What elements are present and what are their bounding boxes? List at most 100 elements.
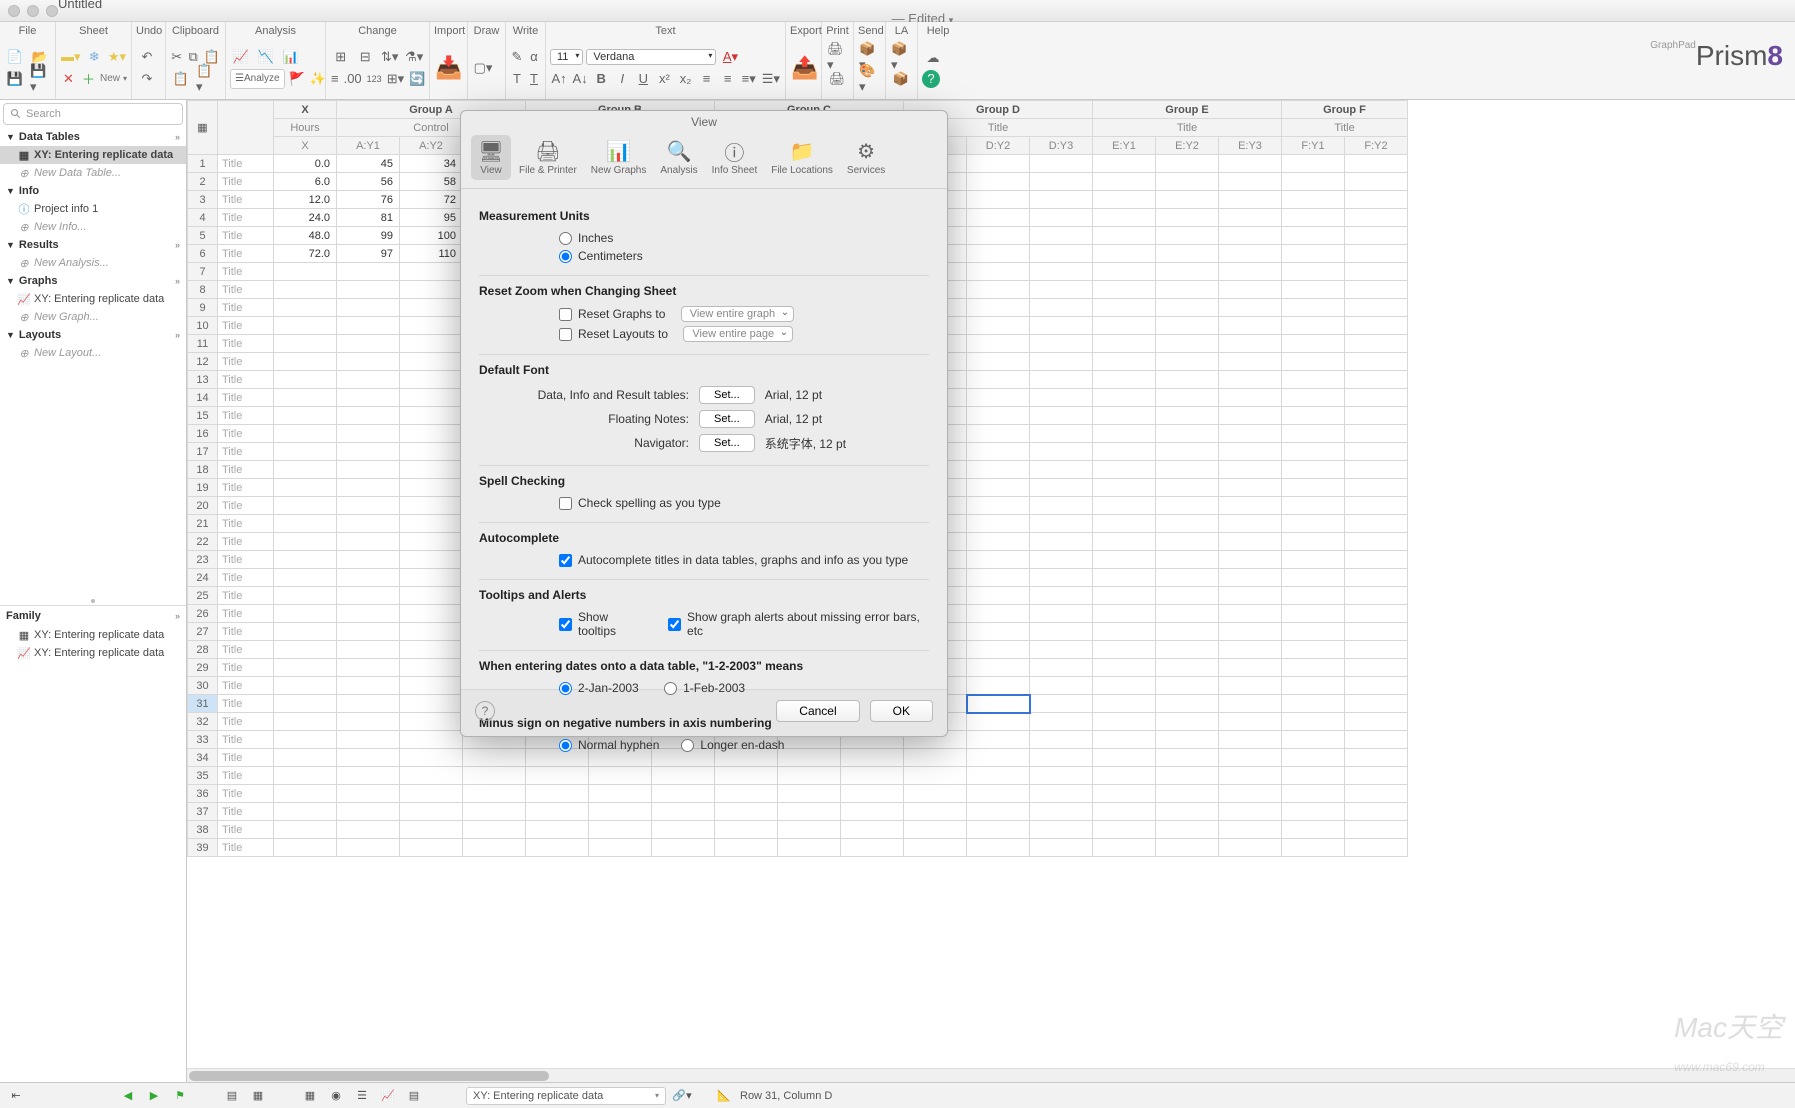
cell[interactable] — [778, 677, 841, 695]
cell[interactable] — [526, 263, 589, 281]
cell[interactable] — [400, 533, 463, 551]
cell[interactable] — [841, 605, 904, 623]
cell[interactable] — [904, 497, 967, 515]
row-title[interactable]: Title — [218, 479, 274, 497]
cell[interactable] — [778, 551, 841, 569]
cell[interactable] — [337, 659, 400, 677]
cell[interactable] — [274, 551, 337, 569]
cell[interactable] — [904, 731, 967, 749]
cell[interactable] — [463, 425, 526, 443]
cell[interactable] — [337, 839, 400, 857]
cell[interactable] — [1093, 659, 1156, 677]
cell[interactable] — [1345, 371, 1408, 389]
cell[interactable] — [904, 317, 967, 335]
row-number[interactable]: 24 — [188, 569, 218, 587]
cell[interactable] — [589, 551, 652, 569]
cell[interactable] — [1282, 587, 1345, 605]
decimal-icon[interactable]: .00 — [343, 69, 363, 89]
row-number[interactable]: 3 — [188, 191, 218, 209]
cell[interactable] — [589, 695, 652, 713]
cell[interactable] — [652, 731, 715, 749]
row-number[interactable]: 30 — [188, 677, 218, 695]
cell[interactable] — [1345, 515, 1408, 533]
cell[interactable] — [1156, 731, 1219, 749]
cell[interactable] — [904, 551, 967, 569]
cell[interactable] — [589, 335, 652, 353]
cell[interactable] — [1093, 353, 1156, 371]
cell[interactable] — [652, 515, 715, 533]
import-icon[interactable]: 📥 — [434, 55, 464, 81]
text-t2-icon[interactable]: T — [527, 69, 541, 89]
nav-section-results[interactable]: ▼Results» — [0, 236, 186, 254]
cell[interactable] — [715, 173, 778, 191]
cell[interactable] — [715, 605, 778, 623]
row-number[interactable]: 2 — [188, 173, 218, 191]
cell[interactable] — [904, 299, 967, 317]
cell[interactable] — [652, 461, 715, 479]
cell[interactable] — [967, 263, 1030, 281]
cell[interactable] — [1282, 353, 1345, 371]
cell[interactable] — [463, 335, 526, 353]
cell[interactable] — [904, 605, 967, 623]
cell[interactable] — [1282, 551, 1345, 569]
cell[interactable] — [526, 785, 589, 803]
view1-icon[interactable]: ▤ — [222, 1087, 242, 1105]
cell[interactable] — [1093, 227, 1156, 245]
cell[interactable] — [778, 371, 841, 389]
cell[interactable] — [1030, 623, 1093, 641]
cell[interactable] — [526, 713, 589, 731]
cell[interactable] — [274, 623, 337, 641]
subcol-header[interactable]: A:Y3 — [463, 137, 526, 155]
row-number[interactable]: 34 — [188, 749, 218, 767]
cell[interactable] — [1030, 317, 1093, 335]
cell[interactable] — [1219, 155, 1282, 173]
wand-icon[interactable]: ✨ — [309, 69, 327, 89]
cell[interactable] — [1282, 155, 1345, 173]
bold-icon[interactable]: B — [592, 69, 610, 89]
cell[interactable] — [652, 335, 715, 353]
cell[interactable] — [778, 173, 841, 191]
cell[interactable] — [274, 461, 337, 479]
cell[interactable] — [967, 551, 1030, 569]
cell[interactable] — [1156, 479, 1219, 497]
cell[interactable] — [400, 551, 463, 569]
row-title[interactable]: Title — [218, 497, 274, 515]
cell[interactable] — [778, 425, 841, 443]
cell[interactable] — [400, 425, 463, 443]
align-center-icon[interactable]: ≡ — [719, 69, 737, 89]
cell[interactable] — [904, 425, 967, 443]
cell[interactable] — [337, 821, 400, 839]
cell[interactable]: 110 — [400, 245, 463, 263]
cell[interactable] — [652, 623, 715, 641]
cell[interactable] — [589, 443, 652, 461]
cell[interactable] — [1156, 353, 1219, 371]
cell[interactable] — [715, 335, 778, 353]
cell[interactable] — [652, 245, 715, 263]
cell[interactable] — [841, 461, 904, 479]
cell[interactable] — [778, 641, 841, 659]
cell[interactable] — [1282, 803, 1345, 821]
cell[interactable] — [1093, 749, 1156, 767]
cell[interactable] — [274, 443, 337, 461]
cell[interactable] — [526, 659, 589, 677]
alpha-icon[interactable]: α — [527, 47, 541, 67]
cell[interactable] — [1345, 749, 1408, 767]
cell[interactable] — [967, 479, 1030, 497]
cell[interactable] — [1156, 443, 1219, 461]
cell[interactable] — [526, 515, 589, 533]
cell[interactable] — [967, 623, 1030, 641]
cell[interactable] — [526, 731, 589, 749]
cell[interactable] — [652, 389, 715, 407]
row-number[interactable]: 7 — [188, 263, 218, 281]
cell[interactable] — [1156, 299, 1219, 317]
export-icon[interactable]: 📤 — [790, 55, 820, 81]
cell[interactable] — [967, 569, 1030, 587]
cell[interactable] — [652, 785, 715, 803]
cell[interactable] — [841, 497, 904, 515]
filter-icon[interactable]: ⚗▾ — [404, 47, 426, 67]
row-title[interactable]: Title — [218, 155, 274, 173]
cell[interactable] — [400, 785, 463, 803]
cell[interactable] — [337, 677, 400, 695]
cell[interactable] — [463, 659, 526, 677]
redo-icon[interactable]: ↷ — [136, 69, 158, 89]
